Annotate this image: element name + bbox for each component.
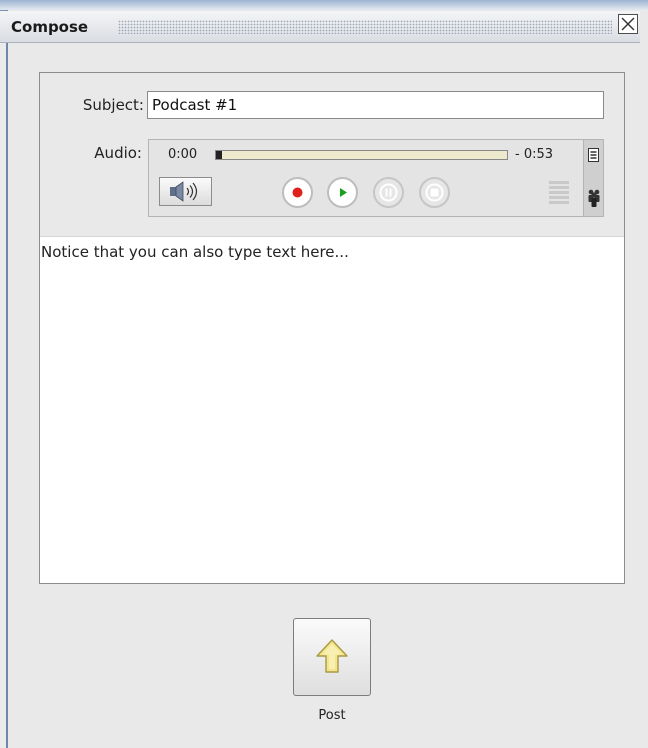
close-button[interactable] bbox=[618, 14, 638, 34]
pause-icon bbox=[379, 183, 398, 202]
close-icon bbox=[621, 17, 635, 31]
play-icon bbox=[340, 188, 347, 197]
text-editor[interactable] bbox=[40, 236, 624, 583]
title-bar-grip[interactable] bbox=[118, 20, 612, 34]
remaining-time: - 0:53 bbox=[515, 147, 554, 162]
menu-icon[interactable] bbox=[588, 148, 599, 162]
progress-handle[interactable] bbox=[216, 151, 222, 159]
post-button[interactable] bbox=[293, 618, 371, 696]
speaker-icon bbox=[170, 181, 198, 202]
progress-track[interactable] bbox=[215, 150, 508, 160]
subject-label: Subject: bbox=[82, 96, 144, 114]
post-label: Post bbox=[318, 708, 346, 723]
window-title: Compose bbox=[11, 18, 89, 36]
level-meter bbox=[549, 181, 569, 208]
stop-icon bbox=[425, 183, 444, 202]
record-button[interactable] bbox=[282, 177, 313, 208]
current-time: 0:00 bbox=[168, 147, 198, 162]
audio-label: Audio: bbox=[94, 144, 142, 162]
pause-button[interactable] bbox=[373, 177, 404, 208]
subject-input[interactable] bbox=[147, 91, 604, 119]
up-arrow-icon bbox=[316, 639, 348, 673]
stop-button[interactable] bbox=[419, 177, 450, 208]
play-button[interactable] bbox=[327, 177, 358, 208]
volume-button[interactable] bbox=[159, 177, 212, 206]
editor-text[interactable]: Notice that you can also type text here.… bbox=[41, 243, 349, 261]
people-icon[interactable] bbox=[586, 188, 602, 210]
record-icon bbox=[292, 187, 303, 198]
